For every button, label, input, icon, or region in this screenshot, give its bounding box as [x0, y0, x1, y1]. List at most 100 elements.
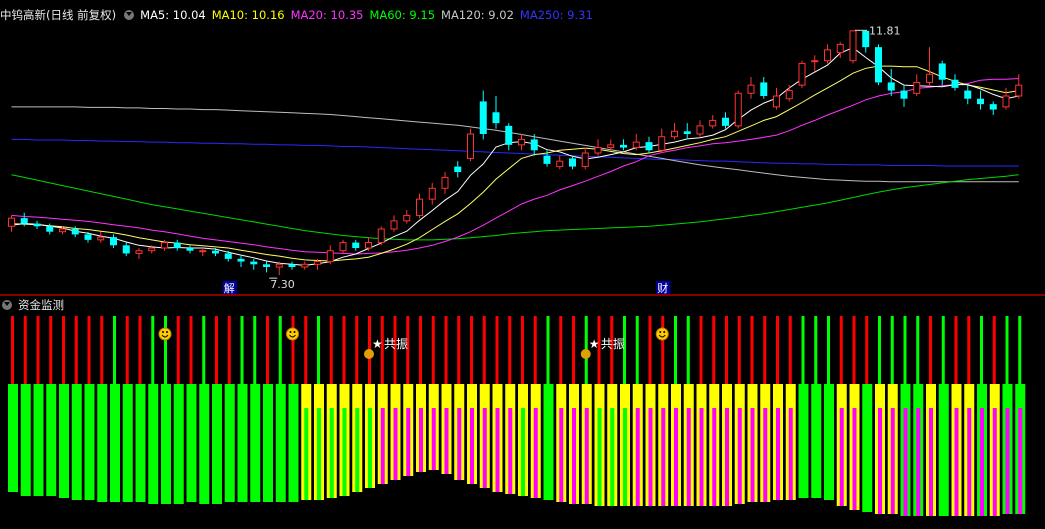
candle — [569, 155, 576, 170]
fund-inner-bar — [725, 408, 729, 506]
fund-inner-bar — [980, 408, 984, 516]
fund-inner-bar — [878, 408, 882, 514]
candle-body — [875, 47, 882, 83]
fund-inner-bar — [329, 408, 334, 498]
main-header: 中钨高新(日线 前复权) MA5: 10.04 MA10: 10.16 MA20… — [0, 6, 599, 24]
candle-body — [747, 84, 755, 94]
indicator-menu-icon[interactable] — [2, 300, 12, 310]
candle — [110, 234, 117, 248]
fund-top-bar — [23, 316, 27, 384]
fund-top-bar — [521, 316, 524, 384]
fund-inner-bar — [533, 408, 538, 498]
fund-inner-bar — [623, 408, 627, 506]
candle — [683, 123, 691, 140]
candle-body — [887, 82, 895, 91]
candle-body — [110, 237, 117, 246]
indicator-menu-icon[interactable] — [124, 10, 135, 20]
fund-top-bar — [890, 316, 894, 384]
fund-top-bar — [801, 316, 805, 384]
fund-base-bar — [543, 384, 554, 500]
fund-top-bar — [278, 316, 282, 384]
fund-bar — [314, 316, 324, 500]
fund-base-bar — [110, 384, 120, 502]
fund-bar — [416, 316, 426, 472]
fund-top-bar — [814, 316, 818, 384]
fund-bar — [33, 316, 44, 496]
fund-bar — [862, 316, 873, 512]
fund-inner-bar — [419, 408, 423, 472]
candle-body — [798, 62, 806, 86]
fund-inner-bar — [929, 408, 933, 516]
candle — [747, 77, 755, 99]
fund-base-bar — [862, 384, 873, 512]
fund-bar — [110, 316, 120, 502]
candle-body — [581, 152, 589, 168]
fund-base-bar — [33, 384, 44, 496]
fund-bar — [352, 316, 363, 492]
fund-top-bar — [635, 316, 639, 384]
candle-body — [416, 198, 423, 216]
fund-inner-bar — [635, 408, 640, 506]
fund-inner-bar — [508, 408, 513, 494]
candle — [951, 74, 959, 91]
candle — [237, 256, 245, 267]
candle — [250, 258, 258, 270]
candle — [97, 231, 105, 243]
fund-top-bar — [431, 316, 435, 384]
fund-top-bar — [342, 316, 346, 384]
candle — [671, 123, 678, 140]
fund-inner-bar — [903, 408, 908, 516]
fund-top-bar — [839, 316, 843, 384]
ma-line-ma120 — [11, 106, 1019, 183]
kline-panel[interactable]: 11.81 7.30 解 财 — [0, 0, 1045, 296]
fund-inner-bar — [712, 408, 717, 506]
fund-inner-bar — [444, 408, 449, 474]
fund-base-bar — [186, 384, 197, 502]
fund-bar — [785, 316, 796, 500]
fund-inner-bar — [852, 408, 857, 510]
fund-inner-bar — [431, 408, 436, 470]
fund-top-bar — [1018, 316, 1022, 384]
candle — [467, 128, 474, 162]
smiley-face — [655, 327, 669, 341]
fund-inner-bar — [992, 408, 997, 516]
fund-bar — [836, 316, 847, 506]
fund-inner-bar — [954, 408, 959, 516]
fund-top-bar — [661, 316, 665, 384]
candle — [339, 239, 347, 254]
fund-base-bar — [275, 384, 286, 502]
candle — [900, 85, 908, 107]
fund-top-bar — [49, 316, 53, 384]
fund-bar — [326, 316, 337, 498]
fund-bar — [887, 316, 898, 514]
fund-top-bar — [176, 316, 180, 384]
smiley-eye — [166, 331, 168, 333]
smiley-icon — [286, 327, 299, 341]
candle-body — [20, 218, 28, 224]
candle — [173, 239, 181, 251]
fund-bar — [288, 316, 299, 502]
fund-inner-bar — [317, 408, 321, 500]
candle-body — [122, 245, 130, 254]
candle-body — [964, 90, 972, 99]
fund-monitor-panel[interactable]: ★ 共振 ★ 共振 — [0, 296, 1045, 529]
ma-line-ma5 — [11, 47, 1019, 266]
fund-inner-bar — [495, 408, 500, 492]
fund-bar — [760, 316, 771, 502]
fund-top-bar — [291, 316, 295, 384]
candle — [607, 139, 615, 151]
fund-top-bar — [546, 316, 550, 384]
fund-inner-bar — [521, 408, 525, 496]
candle-body — [709, 119, 717, 127]
candle-body — [811, 60, 819, 63]
fund-top-bar — [495, 316, 499, 384]
fund-inner-bar — [393, 408, 398, 480]
candle — [199, 248, 207, 257]
candle-body — [760, 82, 768, 96]
fund-bar — [811, 316, 822, 498]
fund-base-bar — [224, 384, 235, 502]
fund-inner-bar — [380, 408, 385, 484]
fund-bar — [926, 316, 936, 516]
fund-top-bar — [304, 316, 308, 384]
candle — [135, 248, 143, 259]
